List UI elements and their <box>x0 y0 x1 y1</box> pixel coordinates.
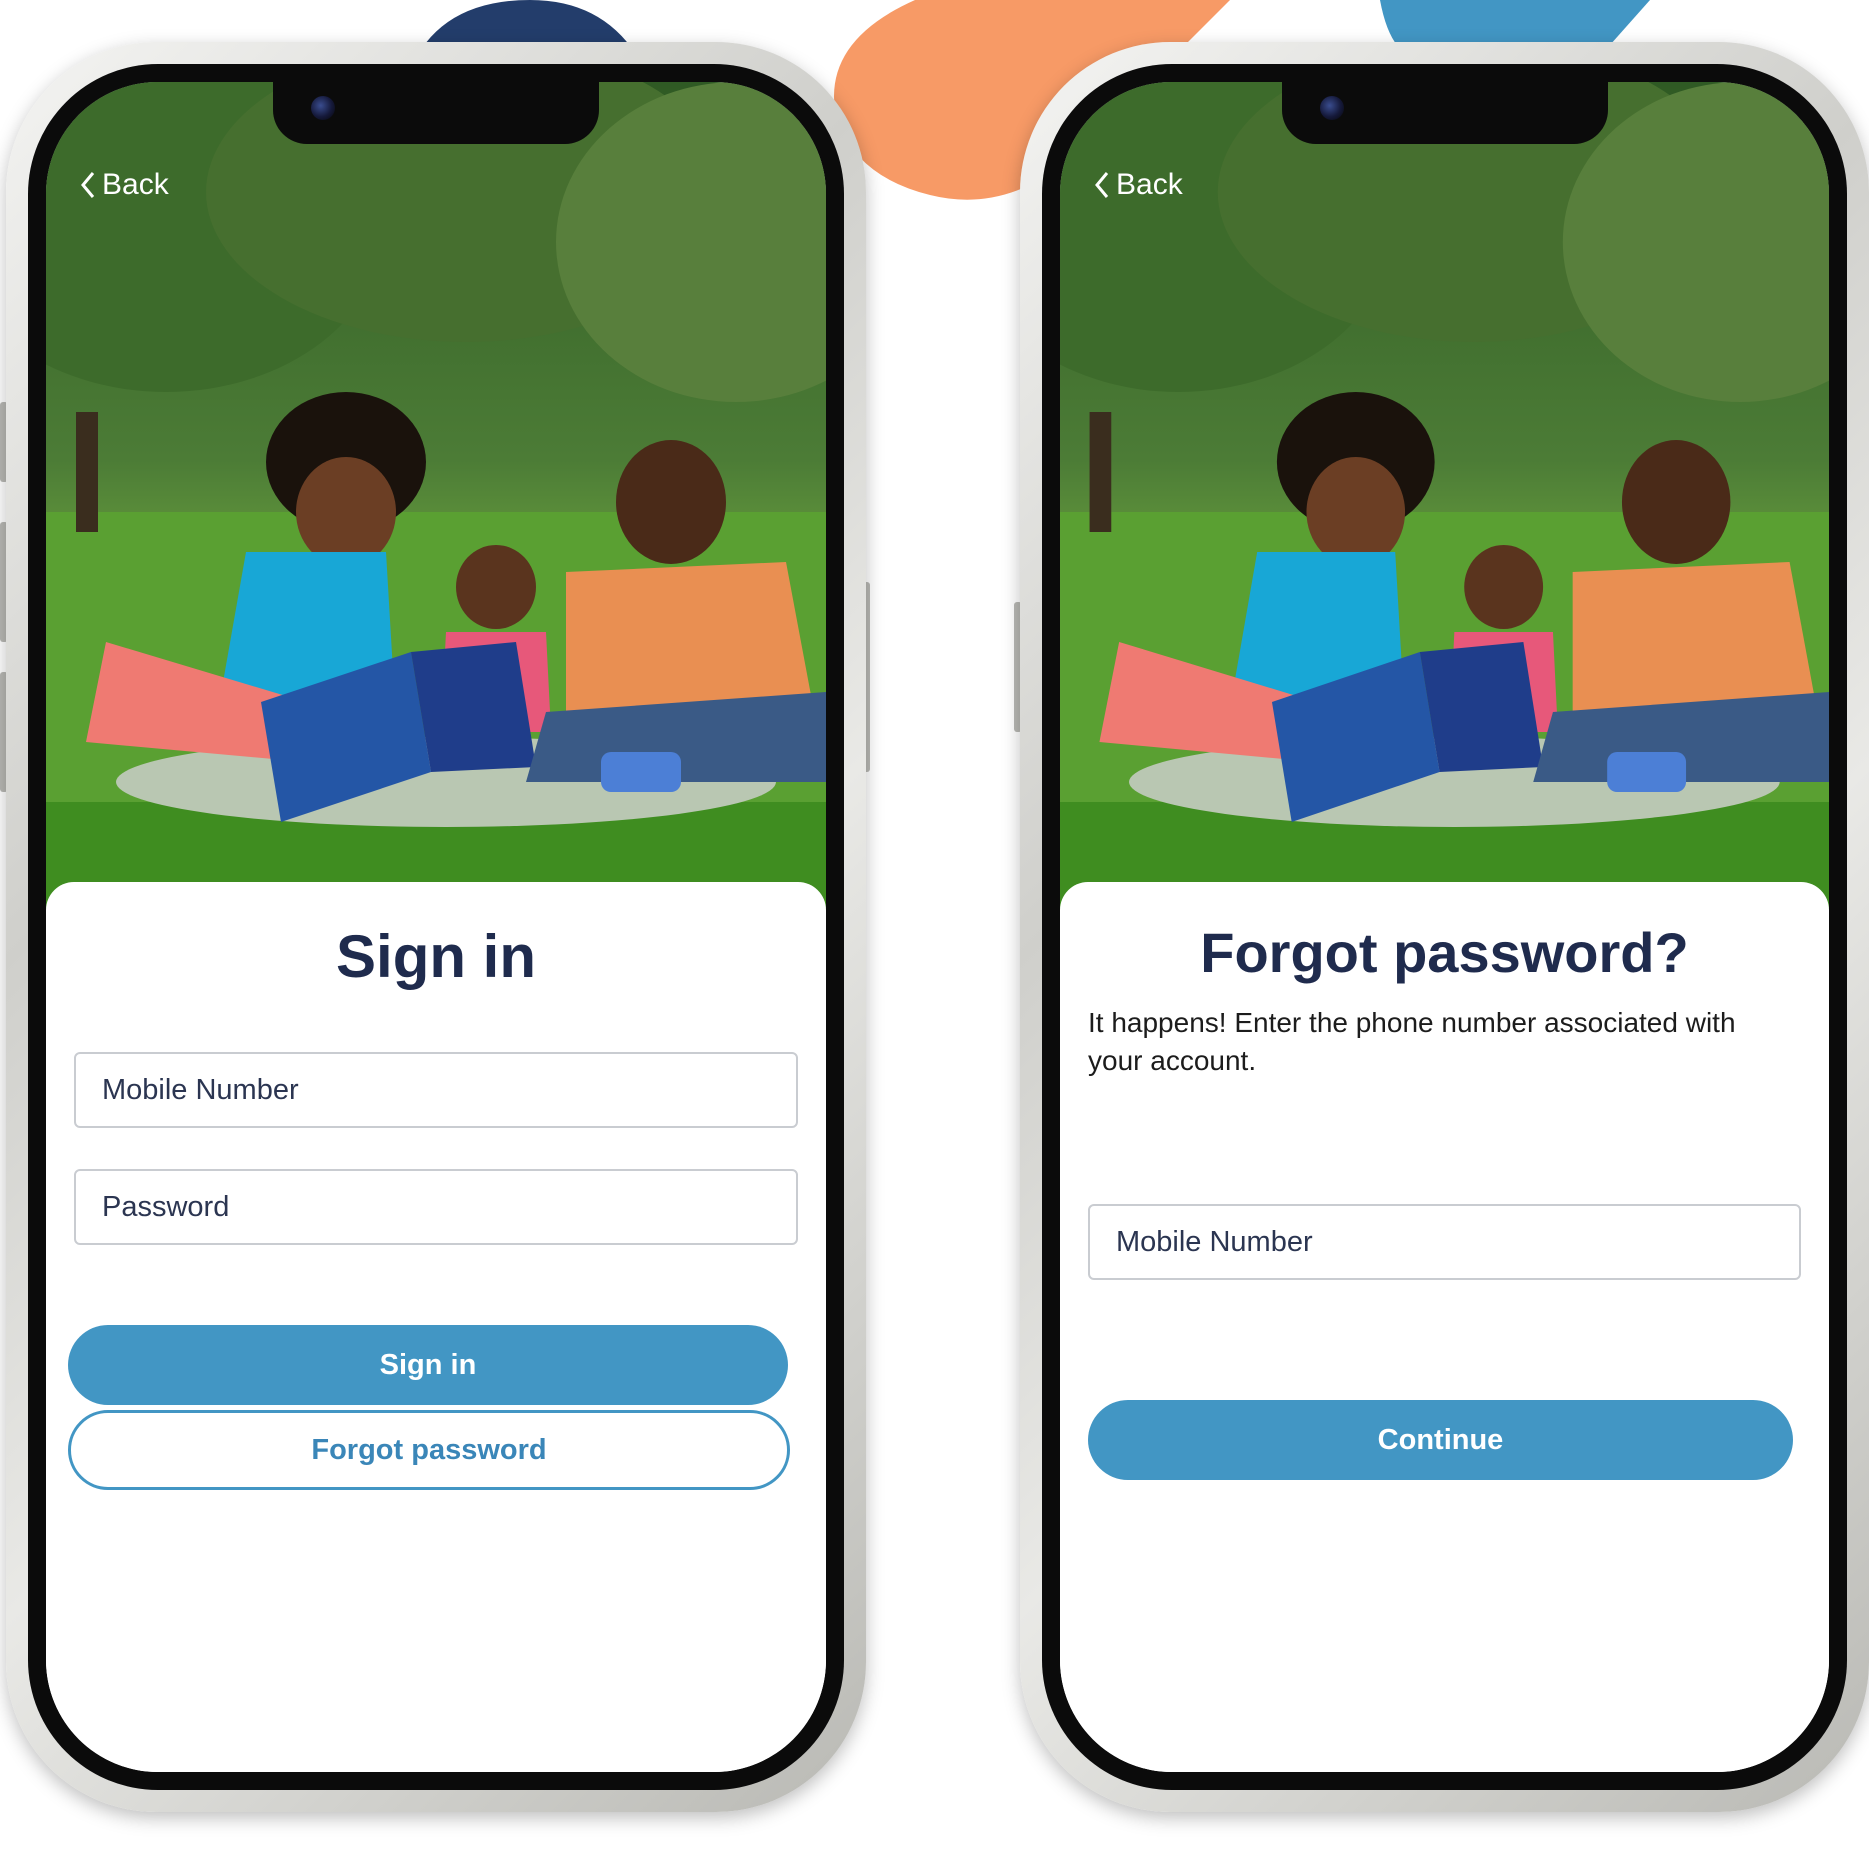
forgot-password-card: Forgot password? It happens! Enter the p… <box>1060 882 1829 1772</box>
back-button[interactable]: Back <box>78 168 169 202</box>
chevron-left-icon <box>1095 172 1109 198</box>
instruction-text: It happens! Enter the phone number assoc… <box>1088 1007 1736 1076</box>
phone-forgot-password: Back Forgot password? It happens! Enter … <box>1014 42 1869 1812</box>
mobile-number-input[interactable]: Mobile Number <box>74 1052 798 1128</box>
back-label: Back <box>102 168 169 201</box>
notch <box>273 82 599 144</box>
continue-button[interactable]: Continue <box>1088 1400 1793 1480</box>
back-label: Back <box>1116 168 1183 201</box>
password-input[interactable]: Password <box>74 1169 798 1245</box>
mobile-number-input[interactable]: Mobile Number <box>1088 1204 1801 1280</box>
hero-photo <box>46 82 826 922</box>
sign-in-button[interactable]: Sign in <box>68 1325 788 1405</box>
front-camera <box>1319 96 1344 120</box>
forgot-password-button[interactable]: Forgot password <box>68 1410 790 1490</box>
back-button[interactable]: Back <box>1092 168 1183 202</box>
notch <box>1281 82 1608 144</box>
hero-photo <box>1060 82 1829 922</box>
page-title: Sign in <box>336 923 536 990</box>
front-camera <box>311 96 335 120</box>
chevron-left-icon <box>81 172 95 198</box>
phone-signin: Back Sign in Mobile Number Password Sign… <box>0 42 870 1812</box>
page-title: Forgot password? <box>1200 921 1689 984</box>
phone-screen: Back Forgot password? It happens! Enter … <box>1060 82 1829 1772</box>
signin-card: Sign in Mobile Number Password Sign in F… <box>46 882 826 1772</box>
phone-screen: Back Sign in Mobile Number Password Sign… <box>46 82 826 1772</box>
